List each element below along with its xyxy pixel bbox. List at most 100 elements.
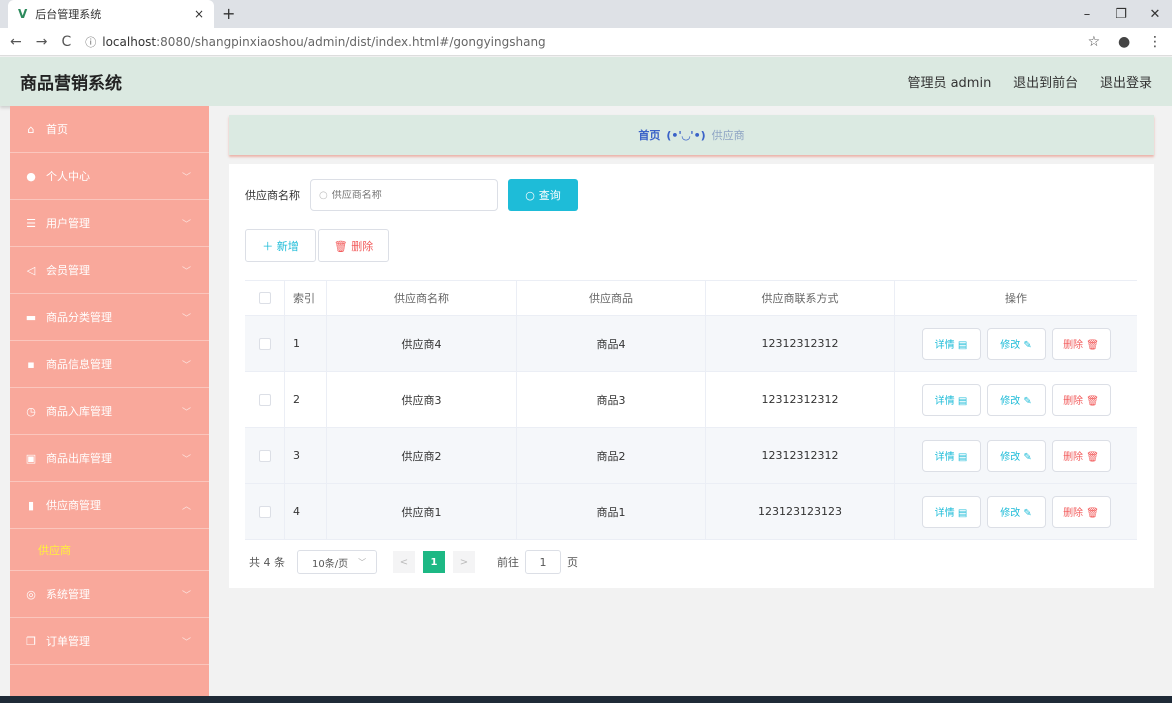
row-delete-button[interactable]: 删除 🗑 (1051, 383, 1111, 416)
row-delete-button[interactable]: 删除 🗑 (1051, 495, 1111, 528)
bookmark-star-icon[interactable]: ☆ (1088, 34, 1101, 50)
page-size-select[interactable]: 10条/页 ﹀ (297, 550, 377, 574)
search-input-wrap[interactable]: ○ (310, 179, 498, 211)
sidebar-item-system[interactable]: ◎ 系统管理 ﹀ (10, 571, 209, 618)
cell-name: 供应商3 (327, 372, 517, 427)
send-icon: ◁ (26, 263, 36, 277)
logout-link[interactable]: 退出登录 (1100, 76, 1152, 91)
sidebar-item-goods[interactable]: ▪ 商品信息管理 ﹀ (10, 341, 209, 388)
chart-icon: ▮ (27, 498, 35, 512)
sidebar-item-label: 用户管理 (46, 217, 90, 230)
chat-icon: ▪ (27, 357, 35, 371)
cell-goods: 商品4 (517, 316, 706, 371)
search-icon: ○ (525, 188, 535, 202)
edit-button[interactable]: 修改 ✎ (986, 439, 1046, 472)
cell-contact: 12312312312 (706, 316, 895, 371)
edit-button[interactable]: 修改 ✎ (986, 383, 1046, 416)
cell-index: 1 (285, 316, 327, 371)
cell-index: 2 (285, 372, 327, 427)
browser-tabstrip: V 后台管理系统 × + – ❐ ✕ (0, 0, 1172, 28)
supplier-table: 索引 供应商名称 供应商品 供应商联系方式 操作 1 供应商4 商品4 1231… (245, 280, 1137, 540)
table-row: 3 供应商2 商品2 12312312312 详情 ▤ 修改 ✎ 删除 🗑 (245, 428, 1137, 484)
maximize-button[interactable]: ❐ (1104, 0, 1138, 28)
os-taskbar (0, 696, 1172, 703)
browser-menu-icon[interactable]: ⋮ (1148, 34, 1162, 50)
address-bar: ← → C ⓘ localhost:8080/shangpinxiaoshou/… (0, 28, 1172, 56)
chevron-down-icon: ﹀ (181, 172, 191, 183)
app-header: 商品营销系统 管理员 admin 退出到前台 退出登录 (0, 57, 1172, 106)
list-icon: ☰ (26, 216, 36, 230)
close-window-button[interactable]: ✕ (1138, 0, 1172, 28)
chevron-down-icon: ﹀ (181, 590, 191, 601)
sidebar-item-members[interactable]: ◁ 会员管理 ﹀ (10, 247, 209, 294)
sidebar-item-stock-out[interactable]: ▣ 商品出库管理 ﹀ (10, 435, 209, 482)
sidebar-item-label: 订单管理 (46, 635, 90, 648)
close-tab-icon[interactable]: × (194, 7, 204, 21)
row-delete-button[interactable]: 删除 🗑 (1051, 327, 1111, 360)
row-checkbox[interactable] (258, 337, 271, 350)
url-host: localhost (102, 34, 157, 49)
sidebar-item-suppliers[interactable]: ▮ 供应商管理 ︿ (10, 482, 209, 529)
app-brand: 商品营销系统 (20, 74, 122, 94)
query-button-label: 查询 (538, 189, 561, 202)
box-icon: ▣ (25, 451, 37, 465)
sidebar-subitem-supplier[interactable]: 供应商 (10, 529, 209, 571)
sidebar-item-stock-in[interactable]: ◷ 商品入库管理 ﹀ (10, 388, 209, 435)
supplier-panel: 供应商名称 ○ ○查询 ＋ 新增 🗑 删除 索引 供应商名称 供应商品 供应商联… (229, 164, 1154, 588)
goto-label: 前往 (497, 556, 519, 569)
row-checkbox[interactable] (258, 393, 271, 406)
url-path: :8080/shangpinxiaoshou/admin/dist/index.… (156, 34, 546, 49)
sidebar-item-orders[interactable]: ❐ 订单管理 ﹀ (10, 618, 209, 665)
sidebar-item-home[interactable]: ⌂ 首页 (10, 106, 209, 153)
detail-button[interactable]: 详情 ▤ (921, 495, 981, 528)
column-header-actions: 操作 (1005, 292, 1027, 305)
user-icon: ● (26, 169, 36, 183)
sidebar-item-label: 系统管理 (46, 588, 90, 601)
cell-name: 供应商4 (327, 316, 517, 371)
chevron-down-icon: ﹀ (181, 407, 191, 418)
cell-goods: 商品3 (517, 372, 706, 427)
exit-to-front-link[interactable]: 退出到前台 (1013, 76, 1078, 91)
select-all-checkbox[interactable] (258, 292, 271, 304)
url-field[interactable]: localhost:8080/shangpinxiaoshou/admin/di… (102, 35, 1073, 49)
table-row: 1 供应商4 商品4 12312312312 详情 ▤ 修改 ✎ 删除 🗑 (245, 316, 1137, 372)
goto-page-input[interactable]: 1 (525, 550, 561, 574)
edit-button[interactable]: 修改 ✎ (986, 495, 1046, 528)
detail-button[interactable]: 详情 ▤ (921, 383, 981, 416)
delete-button[interactable]: 🗑 删除 (318, 229, 389, 262)
row-checkbox[interactable] (258, 505, 271, 518)
forward-icon[interactable]: → (36, 34, 48, 50)
chevron-down-icon: ﹀ (181, 219, 191, 230)
next-page-button[interactable]: > (453, 551, 475, 573)
sidebar-item-users[interactable]: ☰ 用户管理 ﹀ (10, 200, 209, 247)
row-checkbox[interactable] (258, 449, 271, 462)
query-button[interactable]: ○ 查询 (508, 179, 578, 211)
sidebar-item-profile[interactable]: ● 个人中心 ﹀ (10, 153, 209, 200)
sidebar-item-label: 商品出库管理 (46, 452, 112, 465)
column-header-goods: 供应商品 (517, 281, 706, 315)
pagination: 共 4 条 10条/页 ﹀ < 1 > 前往 1 页 (249, 550, 578, 574)
browser-tab[interactable]: V 后台管理系统 × (8, 0, 214, 28)
page-number-current[interactable]: 1 (423, 551, 445, 573)
site-info-icon[interactable]: ⓘ (85, 34, 96, 50)
detail-button[interactable]: 详情 ▤ (921, 327, 981, 360)
account-icon[interactable]: ● (1118, 34, 1130, 50)
cell-index: 3 (285, 428, 327, 483)
breadcrumb-home[interactable]: 首页 (638, 127, 660, 143)
sidebar-item-label: 商品分类管理 (46, 311, 112, 324)
sidebar-item-categories[interactable]: ▬ 商品分类管理 ﹀ (10, 294, 209, 341)
reload-icon[interactable]: C (61, 34, 71, 50)
search-input[interactable] (331, 189, 482, 201)
edit-button[interactable]: 修改 ✎ (986, 327, 1046, 360)
new-tab-button[interactable]: + (222, 4, 235, 23)
minimize-button[interactable]: – (1070, 0, 1104, 28)
action-buttons: ＋ 新增 🗑 删除 (245, 229, 391, 262)
table-row: 4 供应商1 商品1 123123123123 详情 ▤ 修改 ✎ 删除 🗑 (245, 484, 1137, 540)
prev-page-button[interactable]: < (393, 551, 415, 573)
add-button[interactable]: ＋ 新增 (245, 229, 316, 262)
back-icon[interactable]: ← (10, 34, 22, 50)
row-delete-button[interactable]: 删除 🗑 (1051, 439, 1111, 472)
detail-button[interactable]: 详情 ▤ (921, 439, 981, 472)
chevron-up-icon: ︿ (181, 501, 191, 512)
column-header-contact: 供应商联系方式 (706, 281, 895, 315)
